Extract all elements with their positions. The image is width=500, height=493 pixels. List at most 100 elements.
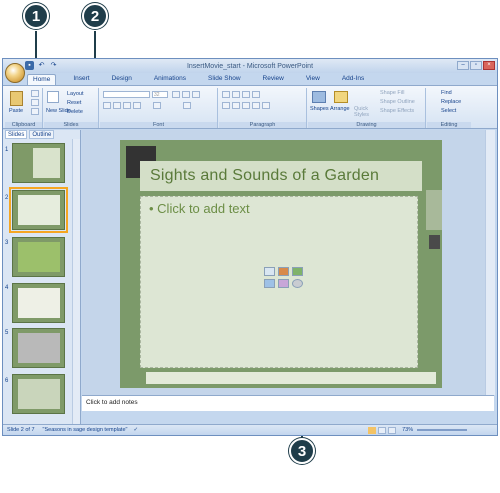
normal-view-icon[interactable]	[368, 426, 377, 434]
shapes-icon[interactable]	[312, 91, 326, 103]
arrange-icon[interactable]	[334, 91, 348, 103]
close-button[interactable]: ×	[483, 61, 495, 70]
office-button[interactable]	[5, 63, 25, 83]
undo-icon[interactable]: ↶	[37, 61, 46, 70]
tab-outline[interactable]: Outline	[29, 130, 55, 139]
tab-slide-show[interactable]: Slide Show	[203, 74, 246, 85]
align-left-icon[interactable]	[222, 102, 230, 109]
group-clipboard: Paste Clipboard	[5, 88, 43, 128]
tab-design[interactable]: Design	[107, 74, 137, 85]
quick-access-toolbar: ▪ ↶ ↷	[25, 61, 58, 70]
group-paragraph: Paragraph	[219, 88, 307, 128]
font-color-icon[interactable]	[183, 102, 191, 109]
save-icon[interactable]: ▪	[25, 61, 34, 70]
find-button[interactable]: Find	[441, 90, 452, 96]
strikethrough-icon[interactable]	[133, 102, 141, 109]
numbering-icon[interactable]	[232, 91, 240, 98]
slide-decoration	[429, 235, 440, 249]
slide-count: Slide 2 of 7	[7, 427, 35, 433]
notes-pane[interactable]: Click to add notes	[82, 395, 494, 411]
window-title: InsertMovie_start - Microsoft PowerPoint	[186, 62, 314, 70]
font-label: Font	[100, 122, 217, 128]
layout-button[interactable]: Layout	[67, 91, 84, 97]
slide-thumbnail-2[interactable]	[9, 187, 68, 233]
slide-thumbnail-4[interactable]	[12, 283, 65, 323]
current-slide[interactable]: Sights and Sounds of a Garden • Click to…	[120, 140, 442, 388]
slide-thumbnail-6[interactable]	[12, 374, 65, 414]
maximize-button[interactable]: ▫	[470, 61, 482, 70]
arrange-button[interactable]: Arrange	[330, 106, 350, 112]
zoom-level[interactable]: 73%	[402, 427, 413, 433]
group-slides: New Slide Layout Reset Delete Slides	[44, 88, 99, 128]
slide-number: 6	[5, 378, 9, 384]
bullets-icon[interactable]	[222, 91, 230, 98]
char-spacing-icon[interactable]	[153, 102, 161, 109]
slide-title[interactable]: Sights and Sounds of a Garden	[140, 161, 422, 191]
paste-button[interactable]: Paste	[9, 108, 23, 114]
format-painter-icon[interactable]	[31, 108, 39, 115]
quick-styles-button[interactable]: Quick Styles	[354, 106, 374, 118]
group-editing: Find Replace Select Editing	[427, 88, 471, 128]
slide-decoration	[426, 190, 442, 230]
canvas-scrollbar[interactable]	[485, 130, 495, 395]
shapes-button[interactable]: Shapes	[310, 106, 329, 112]
font-size-field[interactable]: 32	[152, 91, 168, 98]
redo-icon[interactable]: ↷	[49, 61, 58, 70]
insert-picture-icon[interactable]	[264, 279, 275, 288]
align-right-icon[interactable]	[242, 102, 250, 109]
slide-canvas: Sights and Sounds of a Garden • Click to…	[82, 130, 485, 395]
insert-media-clip-icon[interactable]	[292, 279, 303, 288]
decrease-indent-icon[interactable]	[242, 91, 250, 98]
underline-icon[interactable]	[123, 102, 131, 109]
increase-indent-icon[interactable]	[252, 91, 260, 98]
slide-thumbnail-3[interactable]	[12, 237, 65, 277]
slideshow-view-icon[interactable]	[388, 426, 397, 434]
tab-home[interactable]: Home	[27, 74, 57, 85]
columns-icon[interactable]	[262, 102, 270, 109]
zoom-slider[interactable]	[417, 429, 468, 431]
grow-font-icon[interactable]	[172, 91, 180, 98]
shape-effects-button[interactable]: Shape Effects	[380, 108, 414, 114]
content-placeholder[interactable]: • Click to add text	[140, 196, 418, 368]
insert-chart-icon[interactable]	[278, 267, 289, 276]
replace-button[interactable]: Replace	[441, 99, 461, 105]
justify-icon[interactable]	[252, 102, 260, 109]
delete-button[interactable]: Delete	[67, 109, 83, 115]
tab-view[interactable]: View	[301, 74, 325, 85]
tab-insert[interactable]: Insert	[68, 74, 94, 85]
shape-outline-button[interactable]: Shape Outline	[380, 99, 415, 105]
slide-thumbnail-1[interactable]	[12, 143, 65, 183]
spelling-icon[interactable]: ✓	[133, 427, 138, 433]
insert-clip-art-icon[interactable]	[278, 279, 289, 288]
tab-animations[interactable]: Animations	[149, 74, 191, 85]
shape-fill-button[interactable]: Shape Fill	[380, 90, 404, 96]
reset-button[interactable]: Reset	[67, 100, 81, 106]
bold-icon[interactable]	[103, 102, 111, 109]
pane-scrollbar[interactable]	[72, 139, 80, 428]
paste-icon[interactable]	[10, 91, 23, 106]
clear-format-icon[interactable]	[192, 91, 200, 98]
powerpoint-window: InsertMovie_start - Microsoft PowerPoint…	[2, 58, 498, 436]
ribbon-tabs: Home Insert Design Animations Slide Show…	[27, 74, 369, 85]
minimize-button[interactable]: –	[457, 61, 469, 70]
align-center-icon[interactable]	[232, 102, 240, 109]
insert-smartart-icon[interactable]	[292, 267, 303, 276]
tab-slides[interactable]: Slides	[5, 130, 28, 139]
shrink-font-icon[interactable]	[182, 91, 190, 98]
clipboard-label: Clipboard	[5, 122, 42, 128]
font-name-field[interactable]	[103, 91, 150, 98]
tab-add-ins[interactable]: Add-Ins	[337, 74, 369, 85]
tab-review[interactable]: Review	[258, 74, 289, 85]
new-slide-icon[interactable]	[47, 91, 59, 103]
italic-icon[interactable]	[113, 102, 121, 109]
insert-table-icon[interactable]	[264, 267, 275, 276]
callout-2: 2	[82, 3, 108, 29]
group-font: 32 Font	[100, 88, 218, 128]
slide-number: 4	[5, 285, 9, 291]
title-bar: InsertMovie_start - Microsoft PowerPoint	[3, 59, 497, 73]
slide-thumbnail-5[interactable]	[12, 328, 65, 368]
copy-icon[interactable]	[31, 99, 39, 106]
cut-icon[interactable]	[31, 90, 39, 97]
select-button[interactable]: Select	[441, 108, 456, 114]
sorter-view-icon[interactable]	[378, 426, 387, 434]
